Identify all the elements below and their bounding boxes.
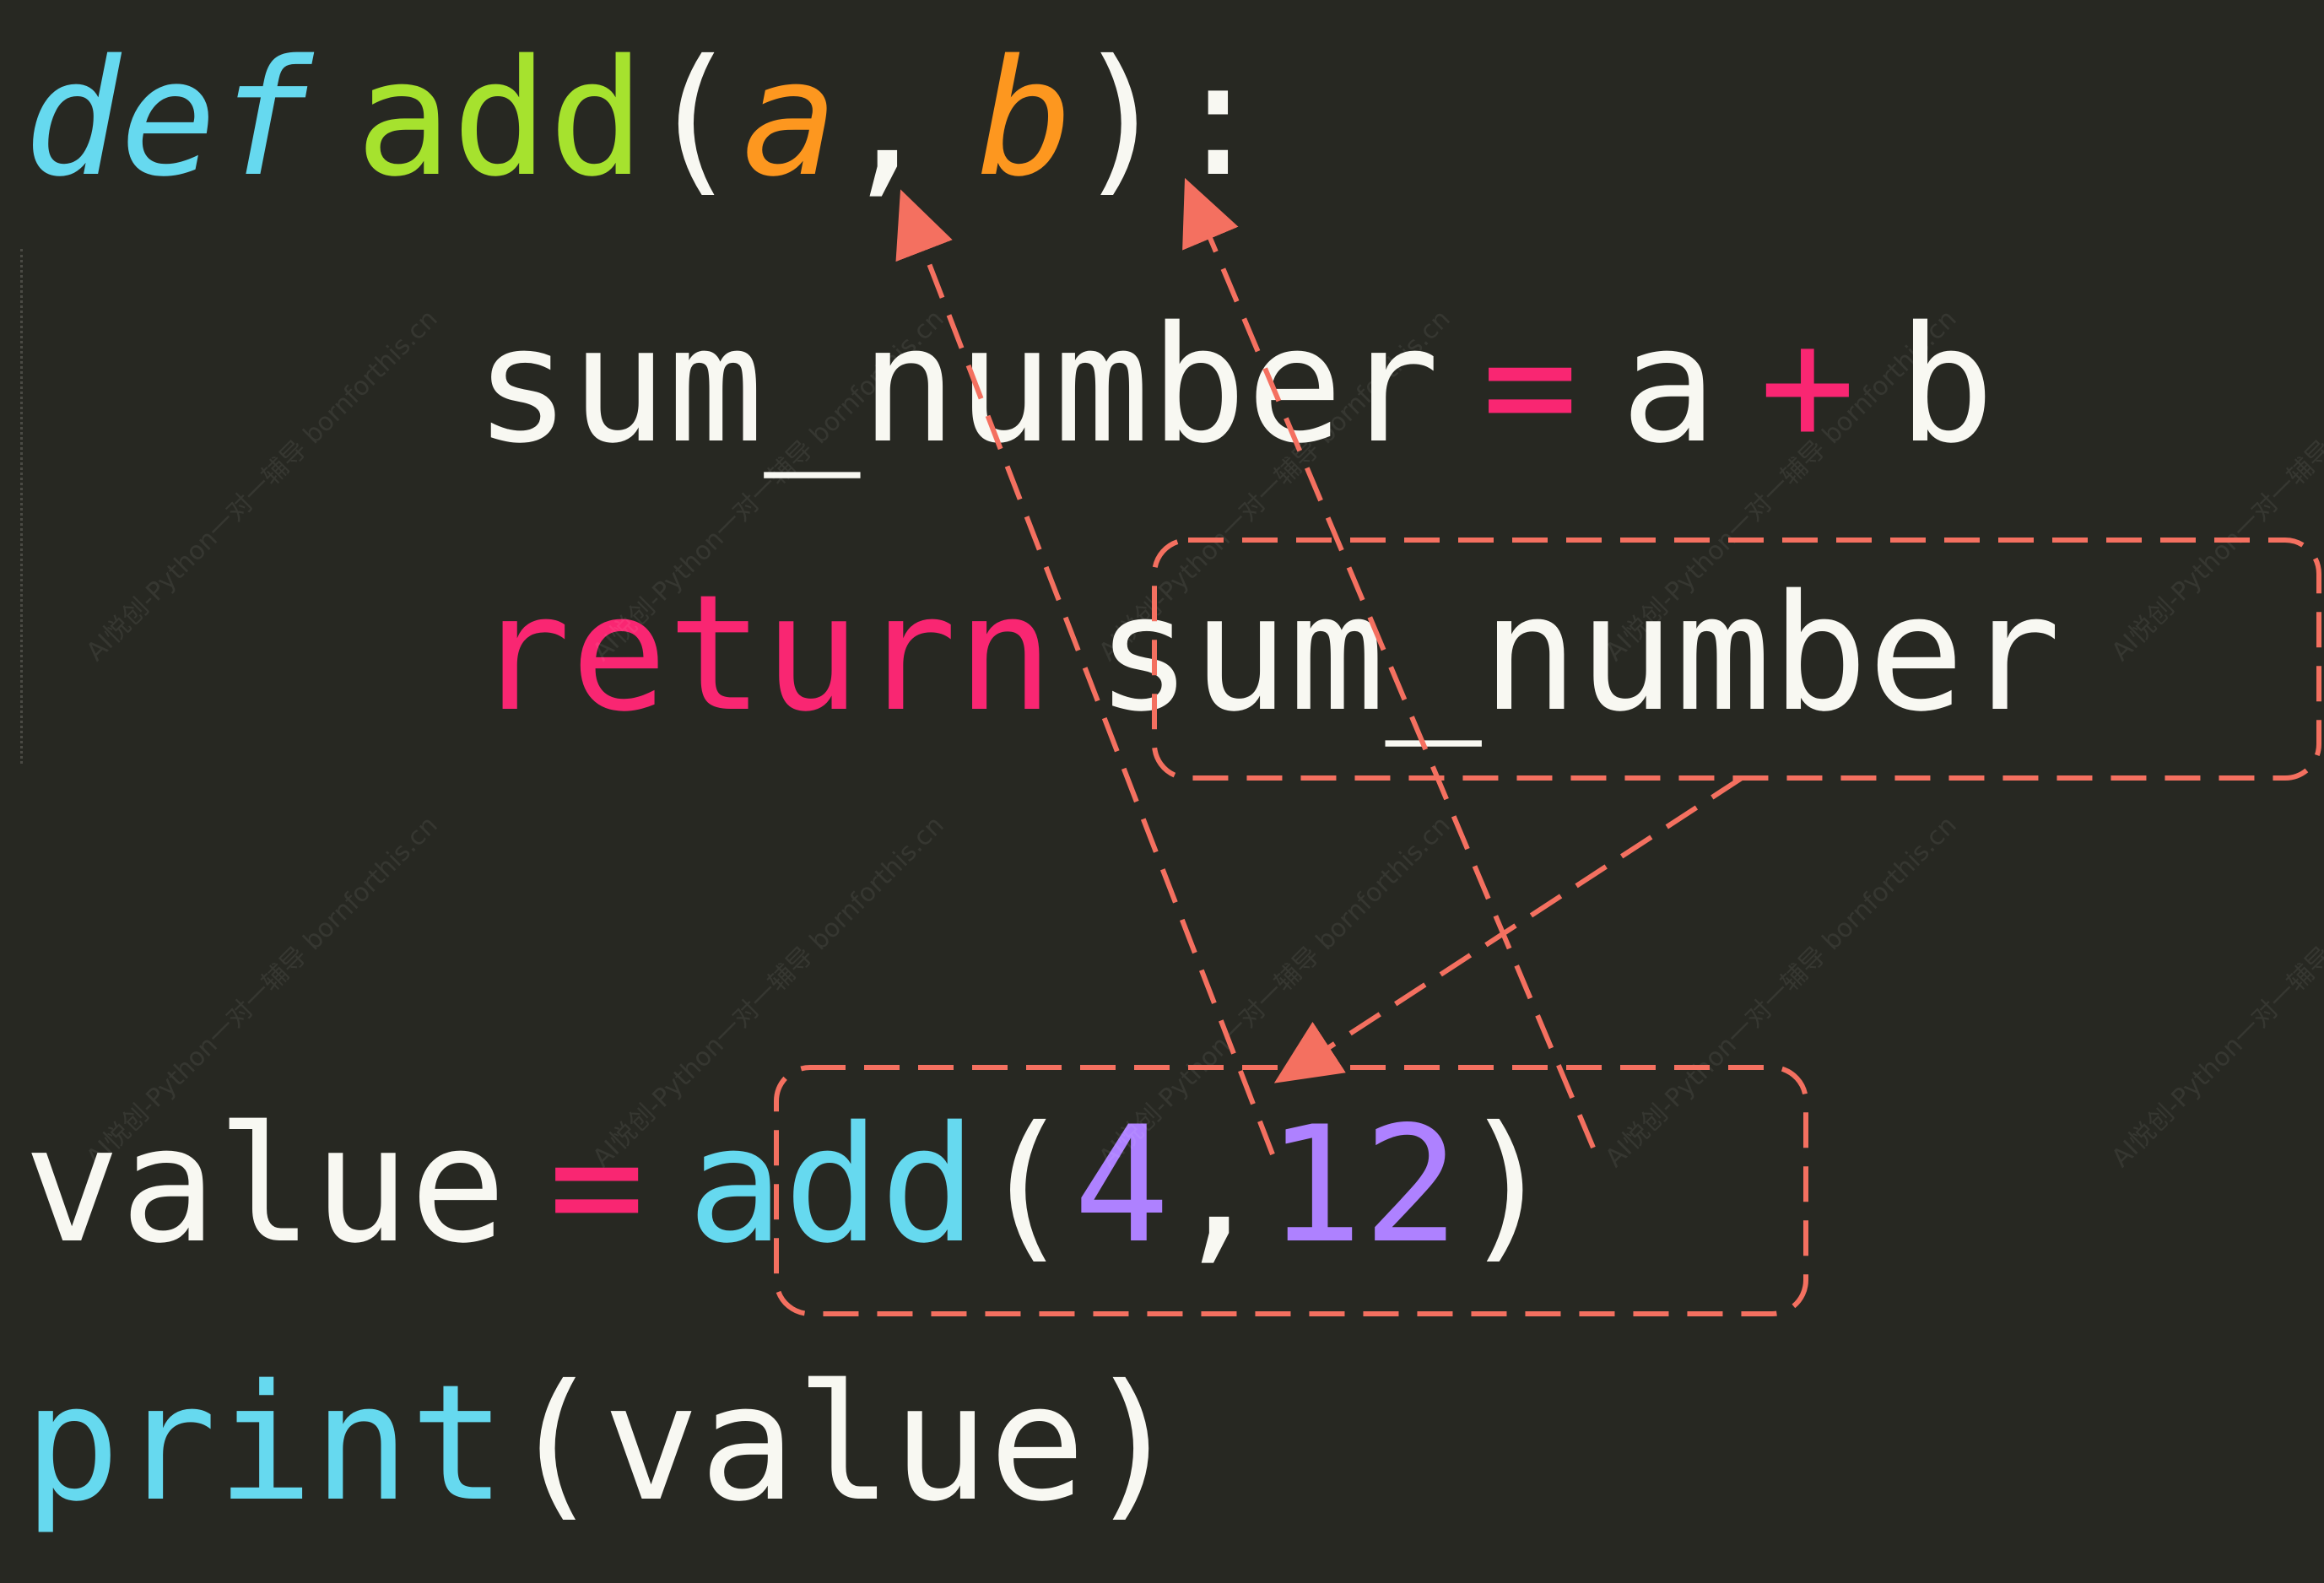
variable-value: value [24,1092,506,1278]
return-keyword: return [474,560,1054,747]
print-arg-value: value [603,1350,1086,1537]
annotation-overlay [774,177,2321,1316]
code-line-assignment[interactable]: sum_number = a + b [474,305,1994,466]
comma: , [838,25,935,212]
print-builtin: print [24,1350,506,1537]
call-close-paren: ) [1459,1092,1556,1278]
function-name: add [355,25,646,212]
close-paren-colon: ): [1073,25,1267,212]
open-paren: ( [645,25,742,212]
param-a: a [741,25,839,212]
code-line-print[interactable]: print(value) [24,1364,1182,1524]
assign-operator: = [1481,292,1579,478]
return-value: sum_number [1095,560,2062,747]
param-b: b [976,25,1073,212]
operand-a: a [1620,292,1717,478]
code-line-return[interactable]: return sum_number [474,574,2061,734]
call-function-name: add [687,1092,977,1278]
code-line-call[interactable]: value = add(4,12) [24,1105,1556,1266]
arg-12: 12 [1266,1092,1460,1278]
watermark-text: AI悦创-Python一对一辅导 bornforthis.cn [80,304,444,667]
code-line-def[interactable]: def add(a, b): [24,39,1267,199]
watermark-text: AI悦创-Python一对一辅导 bornforthis.cn [2105,810,2324,1174]
watermark-text: AI悦创-Python一对一辅导 bornforthis.cn [1599,810,1963,1174]
indent-guide [20,249,23,764]
def-keyword: def [24,25,314,212]
print-open-paren: ( [505,1350,603,1537]
call-open-paren: ( [976,1092,1073,1278]
call-comma: , [1170,1092,1267,1278]
code-editor[interactable]: def add(a, b): sum_number = a + b return sum_nu… [0,0,2324,1583]
print-close-paren: ) [1085,1350,1182,1537]
watermark-text: AI悦创-Python一对一辅导 bornforthis.cn [2105,304,2324,667]
